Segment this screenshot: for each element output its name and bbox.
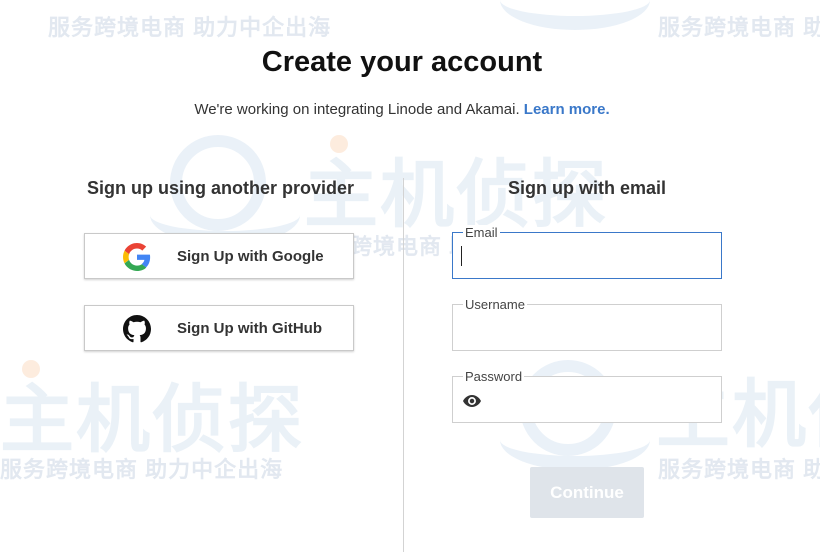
- github-signup-button[interactable]: Sign Up with GitHub: [84, 305, 354, 351]
- page-title: Create your account: [261, 46, 543, 78]
- email-heading: Sign up with email: [508, 178, 667, 198]
- password-label: Password: [463, 369, 525, 384]
- password-field[interactable]: Password: [452, 369, 722, 423]
- password-input[interactable]: [491, 387, 715, 415]
- email-input[interactable]: [461, 243, 715, 271]
- github-signup-label: Sign Up with GitHub: [177, 320, 322, 337]
- github-icon: [123, 315, 151, 343]
- text-caret: [461, 246, 462, 266]
- continue-button[interactable]: Continue: [530, 467, 644, 518]
- watermark-tagline: 服务跨境电商 助力中企出海: [658, 457, 820, 482]
- email-label: Email: [463, 225, 500, 240]
- google-signup-label: Sign Up with Google: [177, 248, 324, 265]
- watermark-dot: [22, 360, 40, 378]
- username-field[interactable]: Username: [452, 297, 722, 351]
- username-input[interactable]: [461, 315, 715, 343]
- watermark-logo: [500, 0, 650, 30]
- page-subtitle: We're working on integrating Linode and …: [0, 101, 804, 118]
- watermark-dot: [330, 135, 348, 153]
- column-divider: [403, 178, 404, 552]
- email-field[interactable]: Email: [452, 225, 722, 279]
- google-signup-button[interactable]: Sign Up with Google: [84, 233, 354, 279]
- watermark-tagline: 服务跨境电商 助力中企出海: [658, 15, 820, 40]
- watermark-brand: 主机侦探: [0, 378, 304, 461]
- watermark-tagline: 服务跨境电商 助力中企出海: [0, 457, 284, 482]
- watermark-tagline: 服务跨境电商 助力中企出海: [48, 15, 332, 40]
- provider-heading: Sign up using another provider: [87, 178, 355, 198]
- learn-more-link[interactable]: Learn more.: [524, 101, 610, 118]
- username-label: Username: [463, 297, 527, 312]
- subtitle-text: We're working on integrating Linode and …: [194, 101, 524, 118]
- google-icon: [123, 243, 151, 271]
- eye-icon[interactable]: [463, 395, 481, 407]
